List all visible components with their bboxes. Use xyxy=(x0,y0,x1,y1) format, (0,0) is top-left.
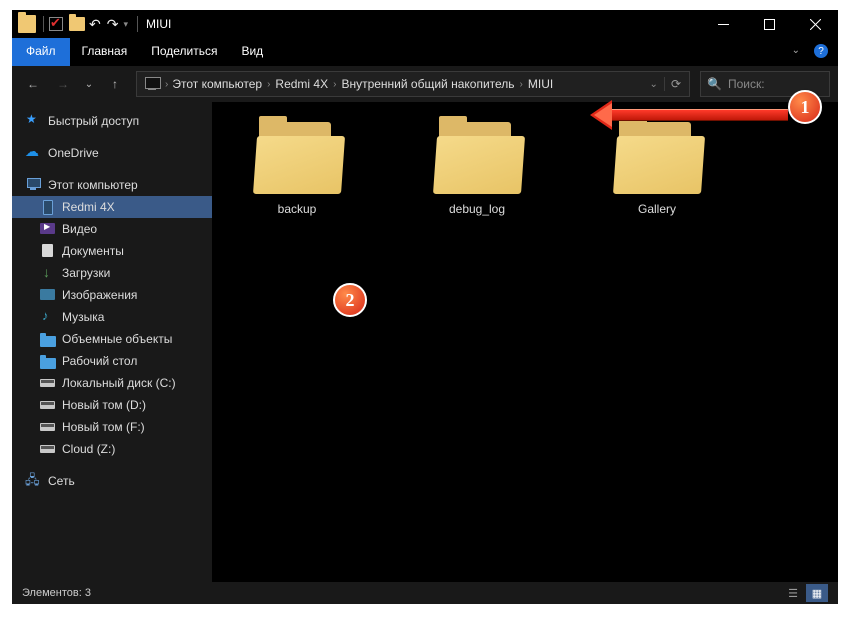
folder-label: backup xyxy=(278,202,317,216)
folder-item-gallery[interactable]: Gallery xyxy=(582,122,732,216)
sidebar-item-music[interactable]: Музыка xyxy=(12,306,212,328)
status-item-count: Элементов: 3 xyxy=(22,587,91,599)
download-icon xyxy=(40,266,56,280)
tab-file[interactable]: Файл xyxy=(12,38,70,66)
maximize-button[interactable] xyxy=(746,10,792,38)
music-icon xyxy=(40,310,56,324)
search-icon: 🔍 xyxy=(707,77,722,91)
sidebar-item-documents[interactable]: Документы xyxy=(12,240,212,262)
titlebar: ↶ ↷ ▾ MIUI xyxy=(12,10,838,38)
sidebar-network[interactable]: Сеть xyxy=(12,470,212,492)
undo-button[interactable]: ↶ xyxy=(87,16,103,33)
annotation-callout-1: 1 xyxy=(788,90,822,124)
folder-icon xyxy=(18,15,36,33)
image-icon xyxy=(40,288,56,302)
sidebar-item-3dobjects[interactable]: Объемные объекты xyxy=(12,328,212,350)
tab-home[interactable]: Главная xyxy=(70,38,140,66)
star-icon xyxy=(26,114,42,128)
drive-icon xyxy=(40,420,56,434)
quick-access-toolbar: ↶ ↷ ▾ xyxy=(18,15,144,33)
annotation-callout-2: 2 xyxy=(333,283,367,317)
breadcrumb-segment[interactable]: Внутренний общий накопитель› xyxy=(341,77,527,91)
sidebar-item-drive-f[interactable]: Новый том (F:) xyxy=(12,416,212,438)
qat-properties-button[interactable] xyxy=(49,17,63,31)
folder-icon xyxy=(40,336,56,347)
folder-icon xyxy=(253,122,341,194)
address-bar[interactable]: › Этот компьютер› Redmi 4X› Внутренний о… xyxy=(136,71,690,97)
tab-view[interactable]: Вид xyxy=(229,38,275,66)
sidebar-item-downloads[interactable]: Загрузки xyxy=(12,262,212,284)
document-icon xyxy=(40,244,56,258)
drive-icon xyxy=(40,398,56,412)
sidebar-item-drive-c[interactable]: Локальный диск (C:) xyxy=(12,372,212,394)
breadcrumb-segment[interactable]: Redmi 4X› xyxy=(275,77,341,91)
navbar: ← → ⌄ ↑ › Этот компьютер› Redmi 4X› Внут… xyxy=(12,66,838,102)
nav-forward-button[interactable]: → xyxy=(50,71,76,97)
sidebar-nav: Быстрый доступ OneDrive Этот компьютер R… xyxy=(12,102,212,582)
pc-icon xyxy=(143,77,161,91)
sidebar-this-pc[interactable]: Этот компьютер xyxy=(12,174,212,196)
close-button[interactable] xyxy=(792,10,838,38)
nav-history-button[interactable]: ⌄ xyxy=(80,71,98,97)
tab-share[interactable]: Поделиться xyxy=(139,38,229,66)
window-title: MIUI xyxy=(146,17,171,31)
folder-icon xyxy=(613,122,701,194)
redo-button[interactable]: ↷ xyxy=(105,16,121,33)
video-icon xyxy=(40,222,56,236)
explorer-window: 1 2 ↶ ↷ ▾ MIUI Файл Главная Поделиться В… xyxy=(12,10,838,604)
expand-ribbon-button[interactable]: ⌄ xyxy=(792,45,800,56)
folder-label: Gallery xyxy=(638,202,676,216)
folder-icon xyxy=(40,358,56,369)
folder-item-backup[interactable]: backup xyxy=(222,122,372,216)
sidebar-item-videos[interactable]: Видео xyxy=(12,218,212,240)
breadcrumb-segment[interactable]: Этот компьютер› xyxy=(172,77,275,91)
minimize-button[interactable] xyxy=(700,10,746,38)
nav-up-button[interactable]: ↑ xyxy=(102,71,128,97)
ribbon-tabs: Файл Главная Поделиться Вид ⌄ ? xyxy=(12,38,838,66)
folder-label: debug_log xyxy=(449,202,505,216)
search-placeholder: Поиск: xyxy=(728,77,765,91)
network-icon xyxy=(26,474,42,488)
folder-icon xyxy=(433,122,521,194)
nav-back-button[interactable]: ← xyxy=(20,71,46,97)
sidebar-item-pictures[interactable]: Изображения xyxy=(12,284,212,306)
sidebar-item-drive-z[interactable]: Cloud (Z:) xyxy=(12,438,212,460)
folder-content-area[interactable]: backup debug_log Gallery xyxy=(212,102,838,582)
drive-icon xyxy=(40,376,56,390)
sidebar-item-redmi4x[interactable]: Redmi 4X xyxy=(12,196,212,218)
view-details-button[interactable]: ☰ xyxy=(782,584,804,602)
address-dropdown-button[interactable]: ⌄ xyxy=(644,79,664,90)
status-bar: Элементов: 3 ☰ ▦ xyxy=(12,582,838,604)
breadcrumb-segment[interactable]: MIUI xyxy=(528,77,553,91)
sidebar-item-desktop[interactable]: Рабочий стол xyxy=(12,350,212,372)
view-largeicons-button[interactable]: ▦ xyxy=(806,584,828,602)
sidebar-item-drive-d[interactable]: Новый том (D:) xyxy=(12,394,212,416)
drive-icon xyxy=(40,442,56,456)
help-button[interactable]: ? xyxy=(814,44,828,58)
annotation-arrow xyxy=(590,104,788,126)
folder-item-debuglog[interactable]: debug_log xyxy=(402,122,552,216)
refresh-button[interactable]: ⟳ xyxy=(664,77,687,91)
cloud-icon xyxy=(26,146,42,160)
sidebar-onedrive[interactable]: OneDrive xyxy=(12,142,212,164)
qat-newfolder-button[interactable] xyxy=(69,17,85,31)
pc-icon xyxy=(26,178,42,192)
phone-icon xyxy=(40,200,56,214)
sidebar-quick-access[interactable]: Быстрый доступ xyxy=(12,110,212,132)
qat-dropdown-button[interactable]: ▾ xyxy=(122,19,129,30)
